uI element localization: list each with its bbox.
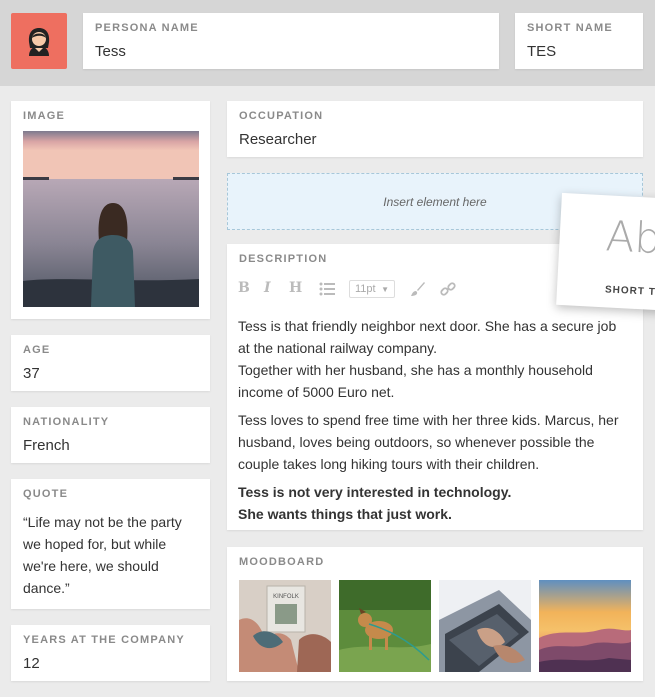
- rich-text-toolbar: B I H 11pt ▼: [238, 280, 538, 300]
- moodboard-image-book[interactable]: KINFOLK: [239, 580, 331, 672]
- chevron-down-icon: ▼: [381, 285, 389, 294]
- short-name-value: TES: [527, 43, 557, 60]
- occupation-value: Researcher: [239, 131, 317, 148]
- description-label: DESCRIPTION: [239, 253, 328, 265]
- persona-avatar-icon: [28, 28, 50, 56]
- dragged-short-text-element[interactable]: Ab SHORT TEXT: [556, 192, 655, 312]
- persona-photo[interactable]: [23, 131, 199, 307]
- occupation-field[interactable]: OCCUPATION Researcher: [227, 101, 643, 157]
- moodboard-image-laptop[interactable]: [439, 580, 531, 672]
- quote-value: “Life may not be the party we hoped for,…: [23, 514, 182, 596]
- moodboard-card[interactable]: MOODBOARD KINFOLK: [227, 547, 643, 681]
- book-title: KINFOLK: [273, 594, 299, 600]
- persona-avatar[interactable]: [11, 13, 67, 69]
- image-label: IMAGE: [23, 110, 66, 122]
- short-name-label: SHORT NAME: [527, 22, 613, 34]
- years-at-company-value: 12: [23, 655, 40, 672]
- bullet-list-icon[interactable]: [319, 282, 335, 296]
- heading-button[interactable]: H: [289, 280, 302, 296]
- description-text[interactable]: Tess is that friendly neighbor next door…: [238, 315, 630, 531]
- link-icon[interactable]: [440, 281, 456, 297]
- nationality-label: NATIONALITY: [23, 416, 110, 428]
- image-card[interactable]: IMAGE: [11, 101, 210, 319]
- persona-name-field[interactable]: PERSONA NAME Tess: [83, 13, 499, 69]
- description-paragraph: Together with her husband, she has a mon…: [238, 362, 593, 400]
- moodboard-image-dog[interactable]: [339, 580, 431, 672]
- nationality-value: French: [23, 437, 70, 454]
- persona-name-label: PERSONA NAME: [95, 22, 199, 34]
- short-text-label: SHORT TEXT: [604, 284, 655, 300]
- nationality-field[interactable]: NATIONALITY French: [11, 407, 210, 463]
- age-value: 37: [23, 365, 40, 382]
- short-text-preview: Ab: [604, 211, 655, 264]
- years-at-company-label: YEARS AT THE COMPANY: [23, 634, 185, 646]
- brush-icon[interactable]: [410, 281, 426, 297]
- font-size-select[interactable]: 11pt ▼: [349, 280, 395, 298]
- description-bold-paragraph: She wants things that just work.: [238, 506, 452, 522]
- bold-button[interactable]: B: [238, 280, 250, 296]
- quote-field[interactable]: QUOTE “Life may not be the party we hope…: [11, 479, 210, 609]
- italic-button[interactable]: I: [264, 280, 271, 296]
- age-field[interactable]: AGE 37: [11, 335, 210, 391]
- moodboard-label: MOODBOARD: [239, 556, 325, 568]
- years-at-company-field[interactable]: YEARS AT THE COMPANY 12: [11, 625, 210, 681]
- quote-label: QUOTE: [23, 488, 69, 500]
- font-size-value: 11pt: [355, 283, 376, 295]
- description-bold-paragraph: Tess is not very interested in technolog…: [238, 484, 512, 500]
- occupation-label: OCCUPATION: [239, 110, 324, 122]
- description-paragraph: Tess loves to spend free time with her t…: [238, 412, 619, 472]
- persona-name-value: Tess: [95, 43, 126, 60]
- short-name-field[interactable]: SHORT NAME TES: [515, 13, 643, 69]
- description-paragraph: Tess is that friendly neighbor next door…: [238, 318, 617, 356]
- moodboard-image-mountains[interactable]: [539, 580, 631, 672]
- age-label: AGE: [23, 344, 51, 356]
